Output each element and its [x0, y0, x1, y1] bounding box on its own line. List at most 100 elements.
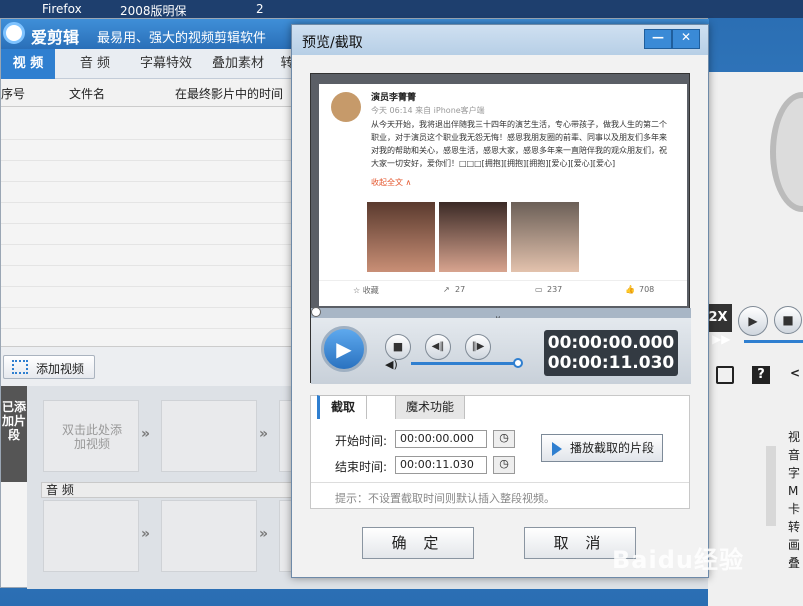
help-icon[interactable]: ? [752, 366, 770, 384]
play-icon[interactable]: ▶ [321, 326, 367, 372]
app-slogan: 最易用、强大的视频剪辑软件 [97, 31, 267, 46]
play-segment-button[interactable]: 播放截取的片段 [541, 434, 663, 462]
preview-cut-dialog: 预览/截取 — ✕ 演员李菁菁 今天 06:14 来自 iPhone客户端 从今… [291, 24, 709, 578]
list-row-divider [1, 223, 291, 224]
list-row-divider [1, 328, 291, 329]
comment-icon: ▭ [535, 285, 543, 294]
add-video-label: 添加视频 [36, 362, 85, 376]
side-label[interactable]: M [788, 482, 803, 500]
post-comment-count: 237 [547, 285, 563, 294]
add-video-button[interactable]: 添加视频 [3, 355, 95, 379]
list-row-divider [1, 307, 291, 308]
volume-handle[interactable] [513, 358, 523, 368]
close-button[interactable]: ✕ [672, 29, 700, 49]
window-title-doc[interactable]: 2008版明保 [120, 2, 187, 19]
clock-icon[interactable]: ◷ [493, 430, 515, 448]
side-label[interactable]: 音 [788, 446, 803, 464]
prev-frame-icon[interactable]: ◀‖ [425, 334, 451, 360]
slot-hint: 双击此处添加视频 [61, 423, 122, 451]
tab-video[interactable]: 视 频 [1, 49, 55, 79]
post-like-count: 708 [639, 285, 655, 294]
post-meta: 今天 06:14 来自 iPhone客户端 [371, 106, 485, 115]
col-time[interactable]: 在最终影片中的时间 [175, 85, 283, 102]
seek-handle[interactable] [311, 307, 321, 317]
post-collapse-link: 收起全文 ∧ [371, 178, 412, 187]
side-label[interactable]: 字 [788, 464, 803, 482]
volume-icon[interactable]: ◀) [385, 358, 398, 371]
fast-forward-icon[interactable]: ▶▶ [712, 332, 730, 346]
list-row-divider [1, 286, 291, 287]
clock-icon[interactable]: ◷ [493, 456, 515, 474]
side-label[interactable]: 转 [788, 518, 803, 536]
audio-slot[interactable] [161, 500, 257, 572]
seek-bar[interactable]: ∨ [311, 307, 691, 323]
tab-subtitle-effects[interactable]: 字幕特效 [133, 49, 199, 79]
post-share-count: 27 [455, 285, 466, 294]
player-controls: ▶ ■ ◀‖ ‖▶ ◀) 00:00:00.000 00:00:11.030 [311, 318, 691, 384]
cut-panel: 截取 魔术功能 开始时间: 00:00:00.000 ◷ 结束时间: 00:00… [310, 395, 690, 509]
app-logo-icon [3, 22, 25, 44]
start-time-label: 开始时间: [335, 434, 388, 448]
clip-list-header: 序号 文件名 在最终影片中的时间 [1, 79, 291, 107]
post-photo [511, 202, 579, 272]
time-display: 00:00:00.000 00:00:11.030 [544, 330, 678, 376]
watermark: Baidu经验 [612, 546, 744, 574]
tab-cut[interactable]: 截取 [317, 395, 367, 419]
stop-icon[interactable]: ■ [774, 306, 802, 334]
end-time-input[interactable]: 00:00:11.030 [395, 456, 487, 474]
list-row-divider [1, 202, 291, 203]
side-label[interactable]: 卡 [788, 500, 803, 518]
stop-icon[interactable]: ■ [385, 334, 411, 360]
volume-slider[interactable] [744, 340, 803, 343]
window-title-firefox[interactable]: Firefox [42, 2, 82, 16]
share-icon: ↗ [443, 285, 450, 294]
list-row-divider [1, 265, 291, 266]
next-frame-icon[interactable]: ‖▶ [465, 334, 491, 360]
add-video-icon [12, 360, 28, 374]
play-icon[interactable]: ▶ [738, 306, 768, 336]
side-label[interactable]: 视 [788, 428, 803, 446]
minimize-button[interactable]: — [644, 29, 672, 49]
current-time: 00:00:00.000 [547, 333, 675, 353]
tab-audio[interactable]: 音 频 [65, 49, 125, 79]
post-photo [439, 202, 507, 272]
clip-slot[interactable] [161, 400, 257, 472]
like-icon: 👍 [625, 285, 635, 294]
divider [311, 482, 689, 483]
total-time: 00:00:11.030 [547, 353, 675, 373]
clip-slot[interactable]: 双击此处添加视频 [43, 400, 139, 472]
tab-overlay[interactable]: 叠加素材 [205, 49, 271, 79]
confirm-button[interactable]: 确 定 [362, 527, 474, 559]
slot-arrow-icon: » [141, 426, 151, 442]
slot-arrow-icon: » [259, 426, 269, 442]
post-fav: ☆ 收藏 [353, 286, 379, 295]
slot-arrow-icon: » [259, 526, 269, 542]
background-window-strip: Firefox 2008版明保 2 [0, 0, 803, 18]
dialog-title-bar: 预览/截取 — ✕ [292, 25, 708, 55]
col-index[interactable]: 序号 [1, 85, 25, 102]
list-row-divider [1, 139, 291, 140]
side-label[interactable]: 叠 [788, 554, 803, 572]
hint-text: 提示：不设置截取时间则默认插入整段视频。 [335, 492, 555, 505]
window-title-num: 2 [256, 2, 264, 16]
list-row-divider [1, 160, 291, 161]
share-icon[interactable]: < [790, 366, 800, 380]
post-photo [367, 202, 435, 272]
panel-toggle-icon[interactable] [766, 446, 776, 526]
app-name: 爱剪辑 [31, 28, 80, 47]
list-row-divider [1, 244, 291, 245]
audio-slot[interactable] [43, 500, 139, 572]
side-label[interactable]: 画 [788, 536, 803, 554]
col-filename[interactable]: 文件名 [69, 85, 105, 102]
slot-arrow-icon: » [141, 526, 151, 542]
save-icon[interactable] [716, 366, 734, 384]
dialog-title: 预览/截取 [302, 35, 363, 51]
start-time-input[interactable]: 00:00:00.000 [395, 430, 487, 448]
video-screen[interactable]: 演员李菁菁 今天 06:14 来自 iPhone客户端 从今天开始，我将退出伴随… [319, 84, 687, 306]
list-row-divider [1, 181, 291, 182]
volume-slider[interactable] [411, 362, 519, 365]
tab-magic[interactable]: 魔术功能 [395, 395, 465, 419]
post-text: 从今天开始，我将退出伴随我三十四年的演艺生活，专心带孩子，做我人生的第二个职业，… [371, 120, 667, 168]
video-player: 演员李菁菁 今天 06:14 来自 iPhone客户端 从今天开始，我将退出伴随… [310, 73, 691, 384]
post-footer: ☆ 收藏 ↗ 27 ▭ 237 👍 708 [319, 280, 687, 298]
